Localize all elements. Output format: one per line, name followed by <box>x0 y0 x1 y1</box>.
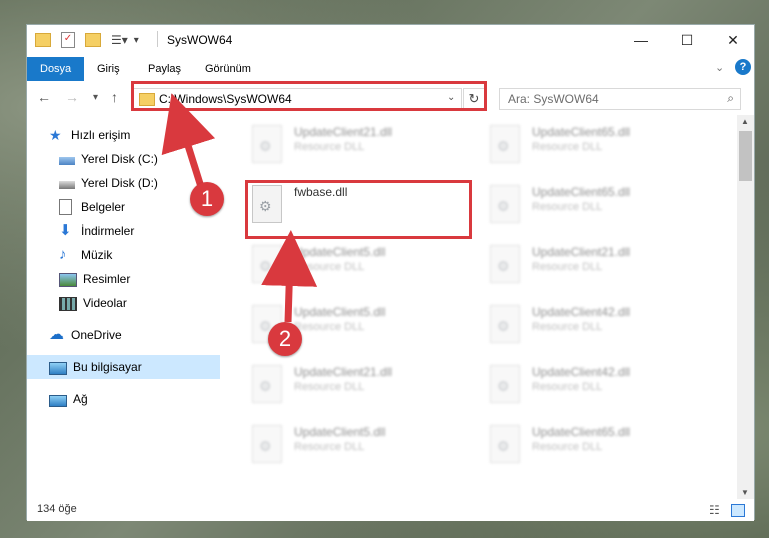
step-badge-2: 2 <box>268 322 302 356</box>
annotation-arrows <box>161 93 318 323</box>
arrow-2 <box>261 230 318 323</box>
step-badge-1: 1 <box>190 182 224 216</box>
arrow-1 <box>161 93 216 192</box>
